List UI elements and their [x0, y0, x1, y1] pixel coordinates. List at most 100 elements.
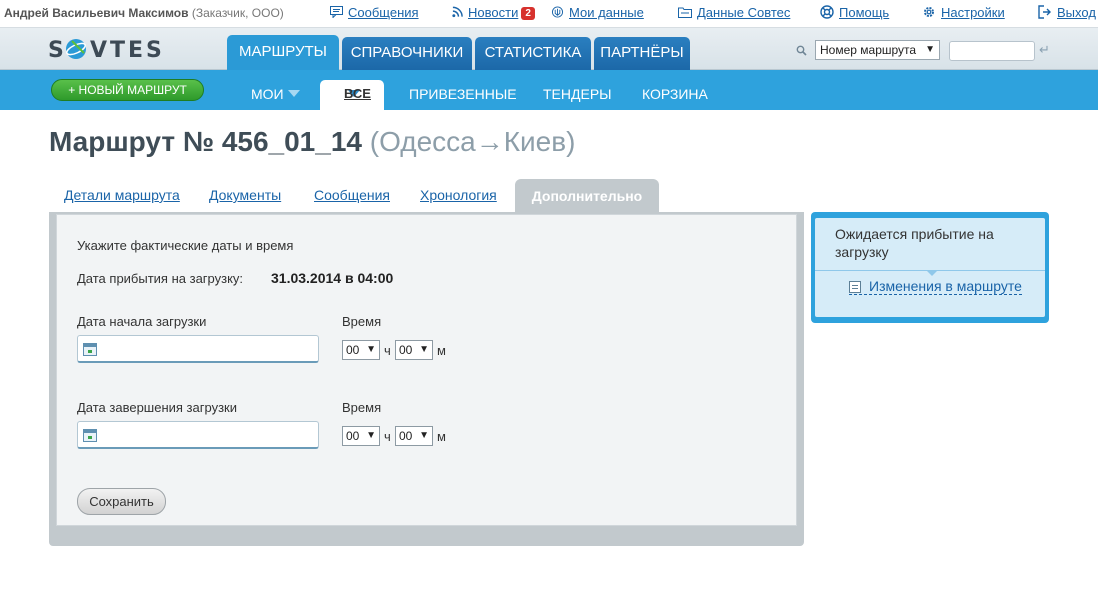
- tab-partners-label: ПАРТНЁРЫ: [600, 44, 684, 61]
- settings-label: Настройки: [941, 5, 1005, 20]
- tab-statistics[interactable]: СТАТИСТИКА: [475, 37, 591, 70]
- document-icon: [849, 281, 861, 293]
- hours-unit: ч: [384, 343, 391, 358]
- search-input[interactable]: [949, 41, 1035, 61]
- form-intro: Укажите фактические даты и время: [77, 238, 294, 253]
- dropdown-arrow-icon: ▼: [419, 344, 429, 355]
- tab-chronology[interactable]: Хронология: [420, 187, 497, 203]
- rss-icon: [452, 6, 463, 18]
- minutes-unit: м: [437, 343, 446, 358]
- end-date-field[interactable]: [77, 421, 319, 449]
- route-number: Маршрут № 456_01_14: [49, 126, 362, 157]
- subtab-trash-label: КОРЗИНА: [642, 86, 708, 102]
- search-type-select[interactable]: Номер маршрута ▼: [815, 40, 940, 60]
- subtab-delivered[interactable]: ПРИВЕЗЕННЫЕ: [409, 80, 517, 110]
- tab-partners[interactable]: ПАРТНЁРЫ: [594, 37, 690, 70]
- subtab-mine-label: МОИ: [251, 86, 284, 102]
- page-title: Маршрут № 456_01_14 (Одесса→Киев): [49, 126, 575, 158]
- start-hours-value: 00: [346, 343, 360, 357]
- tab-additional[interactable]: Дополнительно: [515, 179, 659, 213]
- sovtes-data-label: Данные Совтес: [697, 5, 791, 20]
- minutes-unit: м: [437, 429, 446, 444]
- dropdown-arrow-icon: ▼: [366, 344, 376, 355]
- search-type-value: Номер маршрута: [820, 43, 917, 57]
- globe-icon: [66, 39, 86, 59]
- arrival-value: 31.03.2014 в 04:00: [271, 270, 394, 286]
- user-role: (Заказчик, ООО): [191, 6, 284, 20]
- start-date-field[interactable]: [77, 335, 319, 363]
- end-hours-select[interactable]: 00 ▼: [342, 426, 380, 446]
- sub-nav: + НОВЫЙ МАРШРУТ МОИ ВСЕ ПРИВЕЗЕННЫЕ ТЕНД…: [0, 70, 1098, 110]
- calendar-icon[interactable]: [83, 429, 97, 442]
- main-nav: S VTES МАРШРУТЫ СПРАВОЧНИКИ СТАТИСТИКА П…: [0, 28, 1098, 70]
- tab-route-details[interactable]: Детали маршрута: [64, 187, 180, 203]
- new-route-button[interactable]: + НОВЫЙ МАРШРУТ: [51, 79, 204, 101]
- tab-directories[interactable]: СПРАВОЧНИКИ: [342, 37, 472, 70]
- news-label: Новости: [468, 5, 519, 20]
- settings-link[interactable]: Настройки: [922, 5, 1005, 20]
- subtab-tenders[interactable]: ТЕНДЕРЫ: [543, 80, 612, 110]
- start-minutes-select[interactable]: 00 ▼: [395, 340, 433, 360]
- start-hours-select[interactable]: 00 ▼: [342, 340, 380, 360]
- start-minutes-value: 00: [399, 343, 413, 357]
- subtab-all-label: ВСЕ: [344, 86, 371, 101]
- tab-statistics-label: СТАТИСТИКА: [484, 44, 582, 61]
- end-minutes-select[interactable]: 00 ▼: [395, 426, 433, 446]
- dates-form: Укажите фактические даты и время Дата пр…: [56, 214, 797, 526]
- tab-directories-label: СПРАВОЧНИКИ: [350, 44, 464, 61]
- tab-documents[interactable]: Документы: [209, 187, 281, 203]
- additional-panel: Укажите фактические даты и время Дата пр…: [49, 212, 804, 546]
- enter-icon[interactable]: ↵: [1039, 42, 1050, 58]
- end-time-label: Время: [342, 400, 382, 415]
- svg-text:S: S: [48, 38, 66, 62]
- end-hours-value: 00: [346, 429, 360, 443]
- my-data-label: Мои данные: [569, 5, 644, 20]
- exit-icon: [1038, 5, 1051, 19]
- user-name: Андрей Васильевич Максимов: [4, 6, 189, 20]
- logo[interactable]: S VTES: [48, 36, 184, 62]
- route-cities: (Одесса→Киев): [369, 126, 576, 157]
- hours-unit: ч: [384, 429, 391, 444]
- status-title: Ожидается прибытие на загрузку: [835, 226, 994, 260]
- messages-link[interactable]: Сообщения: [330, 5, 419, 20]
- folder-icon: [678, 7, 692, 18]
- calendar-icon[interactable]: [83, 343, 97, 356]
- help-label: Помощь: [839, 5, 890, 20]
- subtab-mine[interactable]: МОИ: [251, 80, 300, 110]
- tab-routes-label: МАРШРУТЫ: [239, 43, 327, 60]
- tab-messages[interactable]: Сообщения: [314, 187, 390, 203]
- messages-label: Сообщения: [348, 5, 419, 20]
- dropdown-arrow-icon: ▼: [419, 430, 429, 441]
- save-button[interactable]: Сохранить: [77, 488, 166, 515]
- tab-routes[interactable]: МАРШРУТЫ: [227, 35, 339, 70]
- emblem-icon: [551, 6, 564, 18]
- subtab-trash[interactable]: КОРЗИНА: [642, 80, 708, 110]
- sovtes-data-link[interactable]: Данные Совтес: [678, 5, 790, 20]
- route-changes-link[interactable]: Изменения в маршруте: [849, 278, 1022, 295]
- route-changes-label: Изменения в маршруте: [869, 278, 1022, 294]
- user-info: Андрей Васильевич Максимов (Заказчик, ОО…: [4, 6, 284, 20]
- arrival-label: Дата прибытия на загрузку:: [77, 271, 244, 286]
- start-time-label: Время: [342, 314, 382, 329]
- my-data-link[interactable]: Мои данные: [551, 5, 644, 20]
- help-link[interactable]: Помощь: [820, 5, 889, 20]
- top-bar: Андрей Васильевич Максимов (Заказчик, ОО…: [0, 0, 1098, 28]
- news-link[interactable]: Новости 2: [452, 5, 535, 20]
- end-minutes-value: 00: [399, 429, 413, 443]
- end-date-label: Дата завершения загрузки: [77, 400, 237, 415]
- notch: [926, 270, 938, 276]
- search-icon: [796, 45, 807, 56]
- lifebuoy-icon: [820, 5, 834, 19]
- subtab-all[interactable]: ВСЕ: [320, 80, 384, 110]
- dropdown-arrow-icon: ▼: [925, 44, 935, 55]
- status-box: Ожидается прибытие на загрузку Изменения…: [811, 212, 1049, 323]
- news-count-badge: 2: [521, 7, 535, 20]
- triangle-down-icon: [287, 90, 300, 97]
- status-box-inner: Ожидается прибытие на загрузку Изменения…: [815, 218, 1045, 317]
- subtab-tenders-label: ТЕНДЕРЫ: [543, 86, 612, 102]
- subtab-delivered-label: ПРИВЕЗЕННЫЕ: [409, 86, 517, 102]
- dropdown-arrow-icon: ▼: [366, 430, 376, 441]
- speech-bubble-icon: [330, 6, 343, 18]
- logout-link[interactable]: Выход: [1038, 5, 1096, 20]
- start-date-label: Дата начала загрузки: [77, 314, 207, 329]
